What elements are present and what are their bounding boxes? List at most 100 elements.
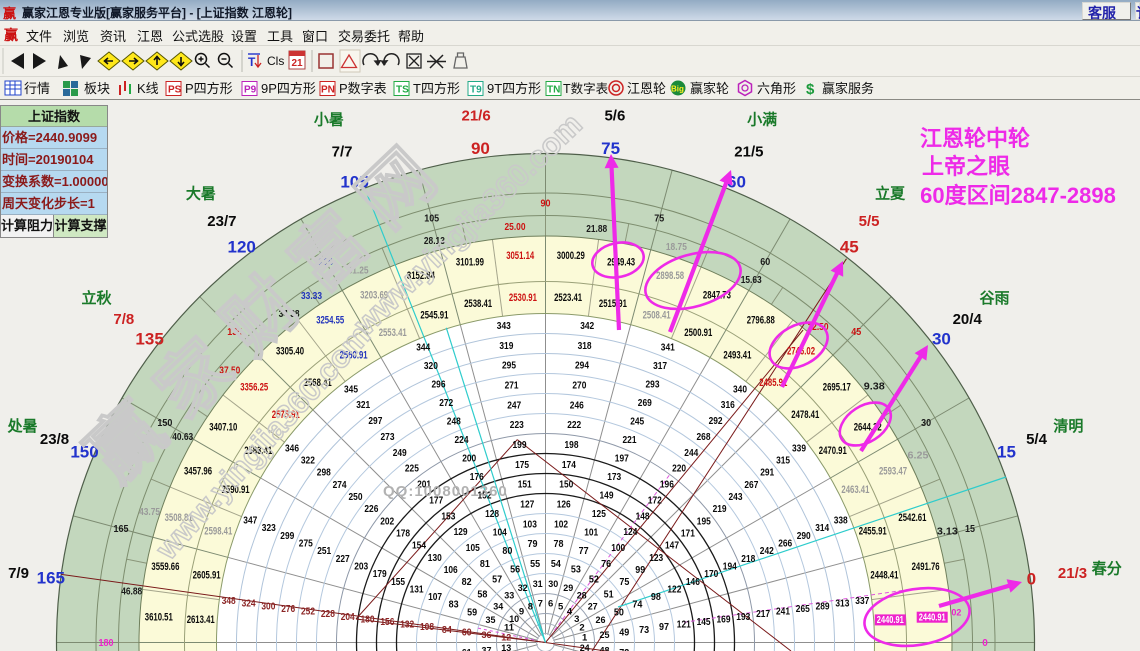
svg-text:5: 5 [558,601,564,612]
svg-text:247: 247 [507,399,521,411]
svg-text:行情: 行情 [24,81,50,96]
svg-text:272: 272 [439,397,453,409]
svg-text:74: 74 [632,599,642,611]
svg-text:5/4: 5/4 [1026,431,1048,448]
svg-text:322: 322 [301,455,315,467]
svg-text:60度区间2847-2898: 60度区间2847-2898 [920,183,1116,208]
svg-text:3407.10: 3407.10 [209,422,237,434]
svg-text:21: 21 [292,58,304,69]
svg-text:2478.41: 2478.41 [791,409,819,421]
svg-text:198: 198 [565,439,579,451]
svg-text:172: 172 [648,494,662,506]
svg-text:P9: P9 [244,85,257,96]
svg-text:5/6: 5/6 [604,108,625,125]
svg-text:82: 82 [462,576,472,588]
svg-text:135: 135 [135,330,163,349]
svg-text:83: 83 [449,599,459,611]
svg-text:154: 154 [412,540,426,552]
svg-text:104: 104 [493,526,507,538]
svg-text:340: 340 [733,383,747,395]
svg-text:25: 25 [600,630,611,641]
svg-text:145: 145 [697,616,711,628]
svg-text:203: 203 [354,561,368,573]
svg-text:2448.41: 2448.41 [870,569,898,581]
svg-text:谷雨: 谷雨 [979,290,1009,307]
svg-text:37: 37 [482,646,492,651]
svg-text:175: 175 [515,459,529,471]
svg-text:320: 320 [424,360,438,372]
svg-text:30: 30 [921,418,931,429]
svg-text:板块: 板块 [84,81,110,96]
svg-text:T数字表: T数字表 [563,81,609,96]
svg-text:TN: TN [547,85,560,96]
svg-text:130: 130 [428,552,442,564]
svg-text:200: 200 [462,453,476,465]
svg-text:317: 317 [653,360,667,372]
svg-text:PN: PN [321,85,335,96]
svg-text:24: 24 [580,643,591,651]
svg-text:72: 72 [619,647,629,651]
svg-text:97: 97 [659,621,669,633]
svg-text:265: 265 [796,603,810,615]
svg-text:13: 13 [501,643,511,651]
svg-text:297: 297 [368,415,382,427]
svg-text:春分: 春分 [1092,560,1122,578]
svg-text:315: 315 [776,455,790,467]
svg-text:153: 153 [441,510,455,522]
svg-text:348: 348 [222,595,236,607]
svg-text:222: 222 [567,419,581,431]
svg-text:3: 3 [574,614,579,625]
svg-text:7/8: 7/8 [113,311,134,328]
svg-text:25.00: 25.00 [505,222,526,233]
svg-text:赢家服务: 赢家服务 [822,81,874,96]
svg-text:2613.41: 2613.41 [187,614,215,626]
svg-text:180: 180 [361,613,375,625]
svg-text:176: 176 [470,471,484,483]
svg-text:7: 7 [538,599,543,610]
svg-text:54: 54 [551,558,561,570]
svg-text:K线: K线 [137,81,159,96]
svg-text:58: 58 [477,588,487,600]
svg-text:218: 218 [741,553,755,565]
svg-text:3051.14: 3051.14 [506,250,535,262]
svg-text:P数字表: P数字表 [339,81,387,96]
svg-text:270: 270 [572,380,586,392]
svg-text:180: 180 [99,638,114,649]
svg-text:197: 197 [615,453,629,465]
svg-text:99: 99 [635,564,645,576]
svg-text:2470.91: 2470.91 [819,445,847,457]
svg-text:300: 300 [261,600,275,612]
svg-text:$: $ [806,81,815,98]
svg-text:T: T [248,55,256,69]
svg-text:30: 30 [932,330,951,349]
svg-text:103: 103 [523,518,537,530]
svg-text:342: 342 [580,320,594,332]
svg-text:2440.91: 2440.91 [919,612,946,623]
svg-text:251: 251 [317,545,331,557]
svg-text:149: 149 [600,489,614,501]
svg-text:2898.58: 2898.58 [656,270,684,282]
svg-text:296: 296 [432,379,446,391]
svg-text:2493.41: 2493.41 [723,350,751,362]
svg-text:102: 102 [554,518,568,530]
svg-text:250: 250 [349,491,363,503]
svg-text:61: 61 [462,647,472,651]
svg-text:132: 132 [400,619,414,631]
svg-text:165: 165 [114,524,129,535]
svg-text:34: 34 [493,602,504,613]
svg-text:291: 291 [760,467,774,479]
svg-text:32: 32 [518,583,528,594]
svg-text:26: 26 [596,615,606,626]
svg-text:2949.43: 2949.43 [607,257,635,269]
svg-text:3254.55: 3254.55 [316,315,344,327]
svg-text:2500.91: 2500.91 [684,327,712,339]
svg-text:53: 53 [571,563,581,575]
svg-text:15: 15 [965,524,975,535]
svg-text:294: 294 [575,360,589,372]
svg-text:217: 217 [756,608,770,620]
svg-text:小满: 小满 [747,111,777,129]
svg-text:59: 59 [467,606,477,618]
svg-text:赢家轮: 赢家轮 [690,81,729,96]
svg-text:107: 107 [428,591,442,603]
svg-text:224: 224 [455,434,469,446]
